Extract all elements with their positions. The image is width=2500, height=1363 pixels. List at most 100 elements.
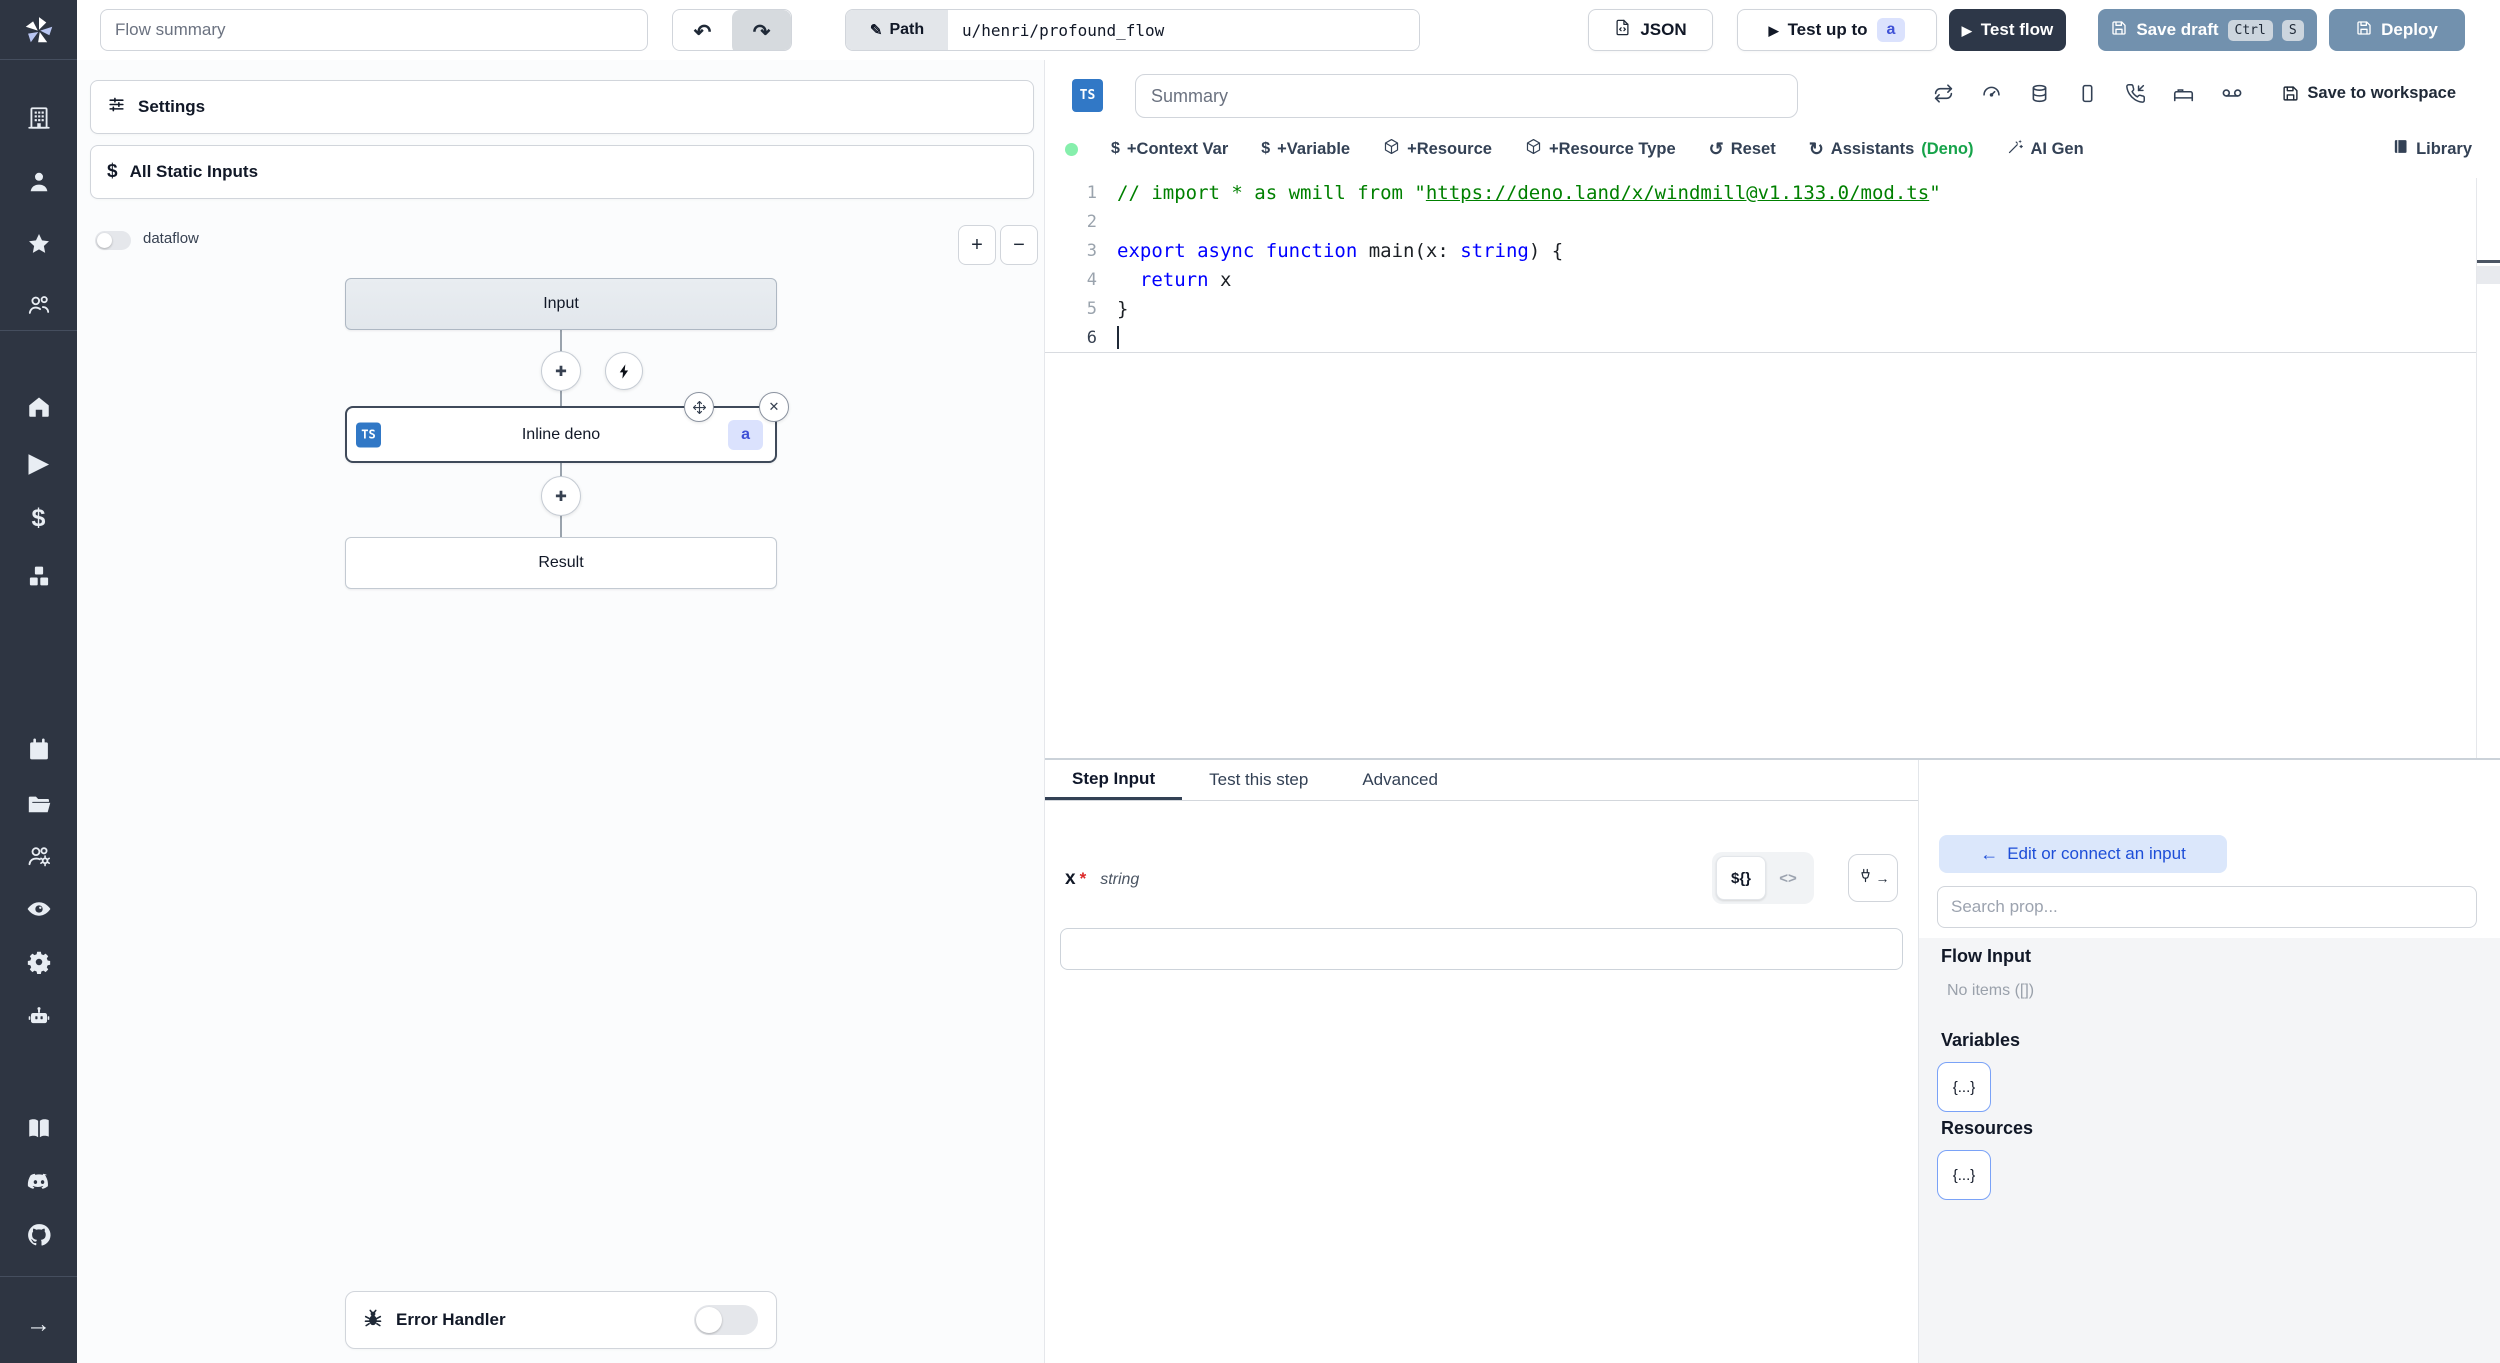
field-x-input[interactable]	[1060, 928, 1903, 970]
json-button[interactable]: JSON	[1588, 9, 1713, 51]
back-arrow-icon: ←	[1980, 843, 1999, 864]
loop-icon[interactable]	[1933, 83, 1954, 104]
redo-icon: ↷	[752, 20, 771, 44]
insert-step-button[interactable]: ✚	[541, 476, 581, 516]
calendar-icon	[26, 737, 52, 763]
sidebar-item-settings[interactable]	[19, 942, 59, 982]
flow-result-node-label: Result	[538, 554, 584, 571]
package-icon	[1383, 138, 1400, 160]
test-up-to-button[interactable]: ▶ Test up to a	[1737, 9, 1937, 51]
minus-icon: −	[1013, 233, 1025, 256]
flow-settings-label: Settings	[138, 97, 206, 116]
discord-icon	[26, 1169, 52, 1195]
sidebar-item-star[interactable]	[19, 224, 59, 264]
reset-button[interactable]: ↺ Reset	[1709, 139, 1776, 160]
zoom-in-button[interactable]: +	[958, 225, 996, 265]
save-draft-button[interactable]: Save draft Ctrl S	[2098, 9, 2317, 51]
refresh-icon: ↻	[1808, 138, 1824, 159]
sidebar-item-building[interactable]	[19, 98, 59, 138]
add-trigger-button[interactable]	[605, 352, 643, 390]
tab-advanced[interactable]: Advanced	[1335, 760, 1465, 800]
flow-settings-button[interactable]: Settings	[90, 80, 1034, 134]
sidebar-item-play[interactable]: ▶	[19, 443, 59, 483]
sidebar-item-folder-open[interactable]	[19, 784, 59, 824]
connect-input-button[interactable]: →	[1848, 854, 1898, 902]
add-resource-type-label: +Resource Type	[1548, 139, 1676, 158]
delete-step-button[interactable]: ✕	[759, 392, 789, 422]
code-lines[interactable]: 1// import * as wmill from " https://deno…	[1045, 178, 2477, 758]
test-flow-button[interactable]: ▶ Test flow	[1949, 9, 2066, 51]
sidebar-item-home[interactable]	[19, 387, 59, 427]
add-resource-button[interactable]: +Resource	[1383, 138, 1492, 160]
error-handler-row[interactable]: Error Handler	[345, 1291, 777, 1349]
redo-button[interactable]: ↷	[732, 10, 791, 50]
star-icon	[26, 231, 52, 257]
insert-step-button[interactable]: ✚	[541, 351, 581, 391]
expression-mode-button[interactable]: ${}	[1716, 856, 1766, 900]
sidebar-item-user-group[interactable]	[19, 285, 59, 325]
dataflow-toggle[interactable]	[95, 231, 131, 250]
step-node-inline-deno[interactable]: TS Inline deno a	[345, 406, 777, 463]
flow-summary-input[interactable]	[100, 9, 648, 51]
search-prop-input[interactable]	[1937, 886, 2477, 928]
prop-picker-area: Flow Input No items ([]) Variables {...}…	[1919, 938, 2500, 1363]
flow-input-title: Flow Input	[1941, 946, 2031, 966]
all-static-inputs-button[interactable]: $ All Static Inputs	[90, 145, 1034, 199]
step-summary-input[interactable]	[1135, 74, 1798, 118]
add-variable-button[interactable]: $ +Variable	[1261, 140, 1350, 159]
resources-chip[interactable]: {...}	[1937, 1150, 1991, 1200]
code-mode-button[interactable]: <>	[1766, 856, 1810, 900]
path-button[interactable]: ✎ Path	[846, 10, 948, 50]
field-x-row: x * string	[1065, 868, 1139, 890]
variables-chip-label: {...}	[1952, 1078, 1976, 1096]
deploy-label: Deploy	[2381, 20, 2438, 39]
deploy-button[interactable]: Deploy	[2329, 9, 2465, 51]
sidebar-item-book[interactable]	[19, 1108, 59, 1148]
add-context-var-button[interactable]: $ +Context Var	[1111, 140, 1228, 159]
sidebar-item-user[interactable]	[19, 162, 59, 202]
mobile-icon[interactable]	[2077, 83, 2098, 104]
sidebar-item-users-cog[interactable]	[19, 836, 59, 876]
windmill-logo[interactable]	[20, 12, 58, 55]
flow-input-node[interactable]: Input	[345, 278, 777, 330]
edit-or-connect-button[interactable]: ← Edit or connect an input	[1939, 835, 2227, 873]
assistants-button[interactable]: ↻ Assistants (Deno)	[1809, 139, 1974, 160]
step-node-label: Inline deno	[521, 425, 601, 443]
sidebar-item-dollar[interactable]: $	[19, 498, 59, 538]
gauge-icon[interactable]	[1981, 83, 2002, 104]
undo-button[interactable]: ↶	[673, 10, 732, 50]
tab-step-input[interactable]: Step Input	[1045, 760, 1183, 800]
sidebar-item-arrow-right[interactable]: →	[19, 1304, 59, 1344]
variables-chip[interactable]: {...}	[1937, 1062, 1991, 1112]
sidebar-item-eye[interactable]	[19, 889, 59, 929]
path-input[interactable]	[948, 10, 1419, 50]
error-handler-toggle[interactable]	[694, 1305, 758, 1335]
add-resource-type-button[interactable]: +Resource Type	[1525, 138, 1676, 160]
voicemail-icon[interactable]	[2221, 82, 2243, 104]
bed-icon[interactable]	[2173, 83, 2194, 104]
plus-icon: ✚	[555, 487, 567, 504]
plus-icon: ✚	[555, 362, 567, 379]
connect-panel: ← Edit or connect an input Flow Input No…	[1918, 760, 2500, 1363]
phone-incoming-icon[interactable]	[2125, 83, 2146, 104]
ai-gen-button[interactable]: AI Gen	[2007, 138, 2084, 160]
sidebar-item-discord[interactable]	[19, 1162, 59, 1202]
sidebar-item-calendar[interactable]	[19, 730, 59, 770]
tab-test-this-step[interactable]: Test this step	[1182, 760, 1335, 800]
database-icon[interactable]	[2029, 83, 2050, 104]
editor-overview-ruler[interactable]	[2476, 178, 2500, 758]
library-button[interactable]: Library	[2392, 138, 2472, 160]
save-to-workspace-button[interactable]: Save to workspace	[2282, 84, 2456, 103]
typescript-badge: TS	[1072, 79, 1103, 112]
field-type: string	[1100, 871, 1140, 888]
sidebar-item-github[interactable]	[19, 1215, 59, 1255]
flow-result-node[interactable]: Result	[345, 537, 777, 589]
sidebar-item-boxes[interactable]	[19, 556, 59, 596]
zoom-out-button[interactable]: −	[1000, 225, 1038, 265]
boxes-icon	[26, 563, 52, 589]
sidebar: ▶ $ →	[0, 0, 77, 1363]
sidebar-item-bot[interactable]	[19, 996, 59, 1036]
move-step-button[interactable]	[684, 392, 714, 422]
dollar-icon: $	[107, 161, 118, 182]
windmill-flow-editor: ▶ $ → ↶ ↷ ✎ Path JSON ▶ Test up to a ▶	[0, 0, 2500, 1363]
